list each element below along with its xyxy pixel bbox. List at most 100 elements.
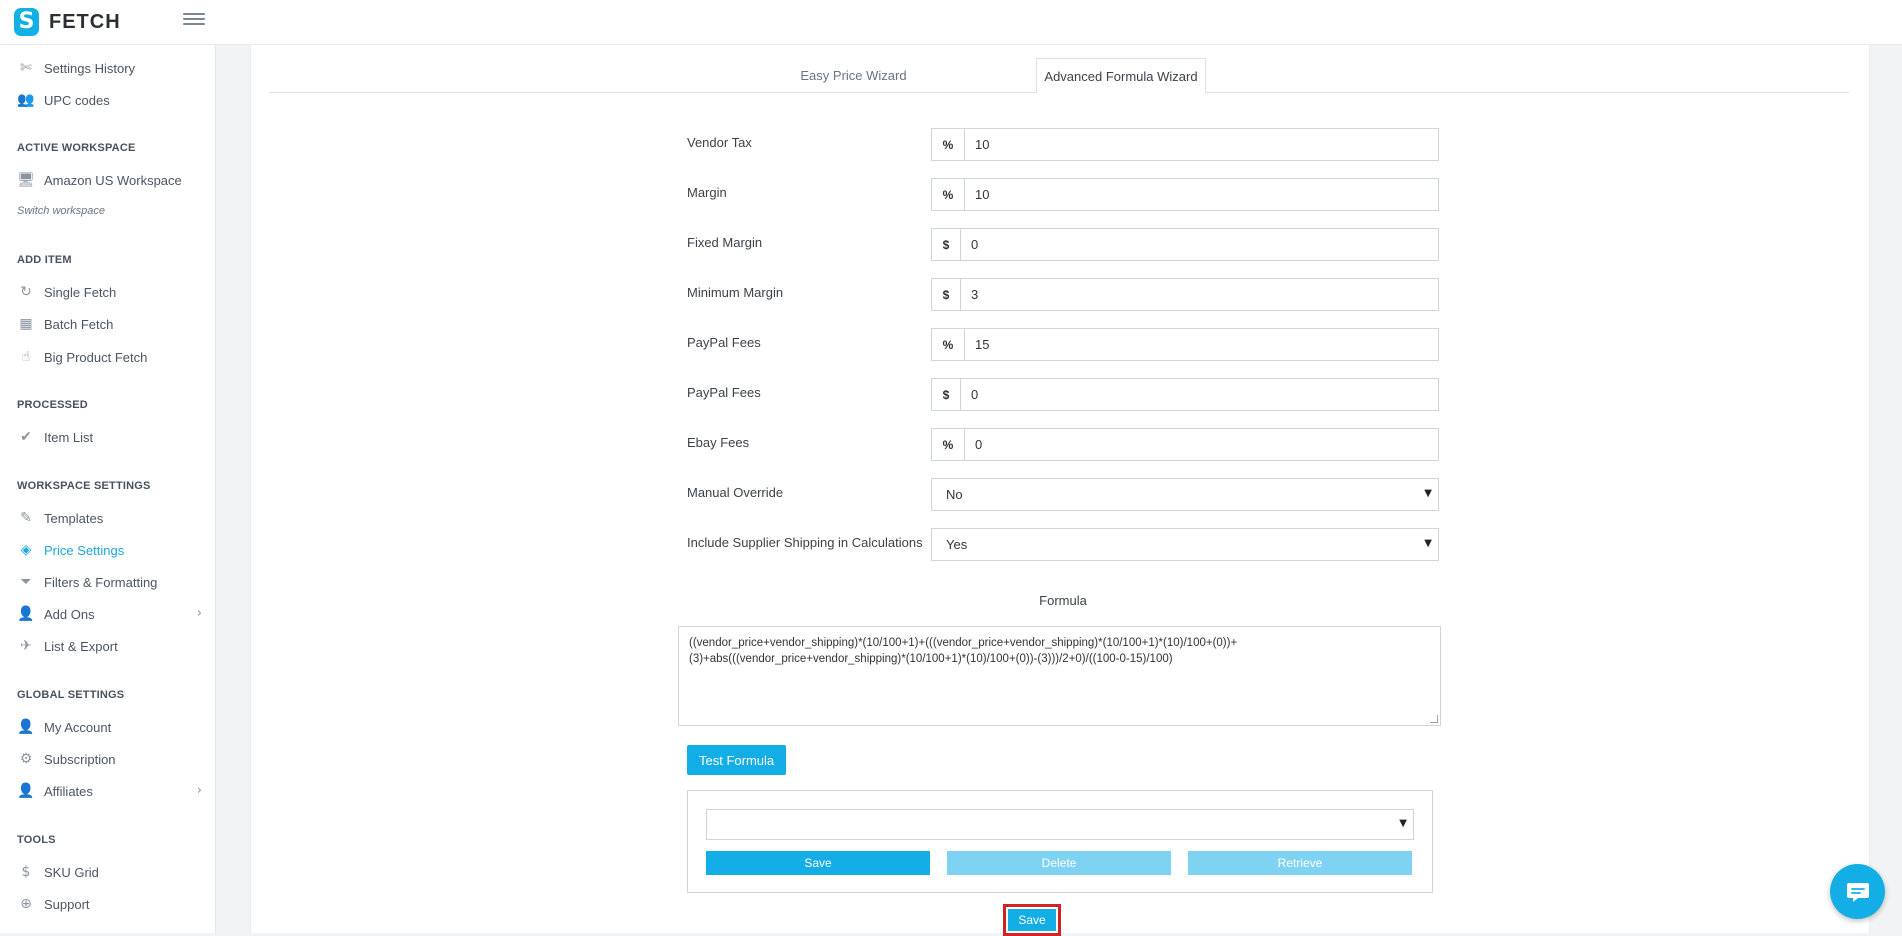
sidebar-item-workspace[interactable]: 🖥 Amazon US Workspace bbox=[17, 169, 202, 191]
sidebar-item-support[interactable]: ⊕ Support bbox=[17, 893, 202, 915]
save-preset-button[interactable]: Save bbox=[706, 851, 930, 875]
sidebar-item-label: SKU Grid bbox=[44, 864, 99, 880]
test-formula-button[interactable]: Test Formula bbox=[687, 745, 787, 775]
section-processed: PROCESSED bbox=[17, 399, 88, 411]
sidebar-item-upc-codes[interactable]: 👥 UPC codes bbox=[17, 89, 202, 111]
manual-override-select[interactable]: No ▼ bbox=[931, 478, 1439, 511]
vendor-tax-group: % bbox=[931, 128, 1439, 161]
sidebar-item-label: Settings History bbox=[44, 60, 136, 76]
save-button-label: Save bbox=[1008, 909, 1056, 931]
sidebar-item-add-ons[interactable]: 👤 Add Ons › bbox=[17, 603, 202, 625]
price-settings-card: Easy Price Wizard Advanced Formula Wizar… bbox=[250, 45, 1870, 936]
paypal-fees-fixed-input[interactable] bbox=[961, 379, 1438, 410]
sidebar-item-price-settings[interactable]: ◈ Price Settings bbox=[17, 539, 202, 561]
sidebar-item-item-list[interactable]: ✔ Item List bbox=[17, 426, 202, 448]
paypal-fees-percent-label: PayPal Fees bbox=[687, 335, 761, 350]
sidebar-item-label: Item List bbox=[44, 429, 94, 445]
chevron-right-icon: › bbox=[196, 783, 202, 798]
formula-text: ((vendor_price+vendor_shipping)*(10/100+… bbox=[689, 637, 1238, 665]
sidebar-item-single-fetch[interactable]: ↻ Single Fetch bbox=[17, 281, 202, 303]
sidebar-item-list-export[interactable]: ✈ List & Export bbox=[17, 635, 202, 657]
sidebar-item-subscription[interactable]: ⚙ Subscription bbox=[17, 748, 202, 770]
margin-input[interactable] bbox=[965, 179, 1438, 210]
sidebar-item-label: Filters & Formatting bbox=[44, 574, 158, 590]
tab-advanced-formula-wizard[interactable]: Advanced Formula Wizard bbox=[1036, 58, 1206, 94]
percent-addon: % bbox=[932, 129, 965, 160]
sidebar-item-label: Single Fetch bbox=[44, 284, 117, 300]
section-active-workspace: ACTIVE WORKSPACE bbox=[17, 142, 136, 154]
user-plus-icon: 👤 bbox=[17, 606, 35, 622]
margin-group: % bbox=[931, 178, 1439, 211]
sidebar-item-sku-grid[interactable]: $ SKU Grid bbox=[17, 861, 202, 883]
chat-bubble-icon bbox=[1846, 882, 1869, 902]
sidebar-item-filters-formatting[interactable]: ⏷ Filters & Formatting bbox=[17, 571, 202, 593]
dollar-icon: $ bbox=[21, 864, 31, 880]
percent-addon: % bbox=[932, 179, 965, 210]
sidebar-item-label: List & Export bbox=[44, 638, 118, 654]
wizard-tabs: Easy Price Wizard Advanced Formula Wizar… bbox=[269, 58, 1849, 94]
sidebar-item-label: Support bbox=[44, 896, 90, 912]
section-tools: TOOLS bbox=[17, 834, 56, 846]
sidebar-item-batch-fetch[interactable]: ▦ Batch Fetch bbox=[17, 313, 202, 335]
export-icon: ✈ bbox=[20, 638, 32, 654]
user-icon: 👤 bbox=[17, 719, 35, 735]
pencil-icon: ✎ bbox=[20, 510, 32, 526]
percent-addon: % bbox=[932, 329, 965, 360]
resize-handle-icon[interactable] bbox=[1430, 715, 1438, 723]
sidebar-item-big-product-fetch[interactable]: ☝ Big Product Fetch bbox=[17, 346, 202, 368]
brand-logo[interactable]: S FETCH bbox=[14, 8, 121, 36]
manual-override-label: Manual Override bbox=[687, 485, 784, 500]
dollar-addon: $ bbox=[932, 229, 961, 260]
vendor-tax-label: Vendor Tax bbox=[687, 135, 752, 150]
margin-label: Margin bbox=[687, 185, 727, 200]
minimum-margin-label: Minimum Margin bbox=[687, 285, 784, 300]
fetch-logo-icon: S bbox=[14, 8, 39, 36]
price-tag-icon: ◈ bbox=[20, 542, 32, 558]
dollar-addon: $ bbox=[932, 379, 961, 410]
minimum-margin-input[interactable] bbox=[961, 279, 1438, 310]
filter-icon: ⏷ bbox=[20, 574, 32, 590]
sidebar-item-affiliates[interactable]: 👤 Affiliates › bbox=[17, 780, 202, 802]
switch-workspace-link[interactable]: Switch workspace bbox=[17, 205, 105, 217]
save-button[interactable]: Save bbox=[1003, 904, 1061, 936]
monitor-icon: 🖥 bbox=[17, 172, 35, 188]
section-add-item: ADD ITEM bbox=[17, 254, 72, 266]
delete-preset-button[interactable]: Delete bbox=[947, 851, 1171, 875]
sidebar-item-label: Templates bbox=[44, 510, 104, 526]
menu-toggle-icon[interactable] bbox=[183, 10, 205, 30]
paypal-fees-fixed-group: $ bbox=[931, 378, 1439, 411]
tab-easy-price-wizard[interactable]: Easy Price Wizard bbox=[796, 58, 911, 93]
sidebar-item-settings-history[interactable]: ✄ Settings History bbox=[17, 57, 202, 79]
sidebar-item-my-account[interactable]: 👤 My Account bbox=[17, 716, 202, 738]
retrieve-preset-button[interactable]: Retrieve bbox=[1188, 851, 1412, 875]
sidebar-item-templates[interactable]: ✎ Templates bbox=[17, 507, 202, 529]
support-icon: ⊕ bbox=[20, 896, 32, 912]
fixed-margin-input[interactable] bbox=[961, 229, 1438, 260]
chat-widget-button[interactable] bbox=[1830, 864, 1885, 919]
formula-textarea[interactable]: ((vendor_price+vendor_shipping)*(10/100+… bbox=[678, 626, 1441, 726]
sidebar-item-label: Add Ons bbox=[44, 606, 95, 622]
ebay-fees-input[interactable] bbox=[965, 429, 1438, 460]
paypal-fees-percent-input[interactable] bbox=[965, 329, 1438, 360]
formula-preset-panel: ▼ Save Delete Retrieve bbox=[687, 790, 1433, 893]
formula-preset-select[interactable]: ▼ bbox=[706, 809, 1414, 840]
affiliate-icon: 👤 bbox=[17, 783, 35, 799]
sidebar-item-label: My Account bbox=[44, 719, 112, 735]
tools-icon: ✄ bbox=[20, 60, 32, 76]
hand-pointer-icon: ☝ bbox=[21, 349, 31, 365]
manual-override-value: No bbox=[946, 487, 963, 502]
sidebar-item-label: Affiliates bbox=[44, 783, 93, 799]
subscription-icon: ⚙ bbox=[19, 751, 33, 767]
check-list-icon: ✔ bbox=[20, 429, 32, 445]
vendor-tax-input[interactable] bbox=[965, 129, 1438, 160]
caret-down-icon: ▼ bbox=[1399, 818, 1407, 829]
brand-name: FETCH bbox=[49, 10, 121, 33]
caret-down-icon: ▼ bbox=[1424, 488, 1432, 499]
fixed-margin-label: Fixed Margin bbox=[687, 235, 763, 250]
fixed-margin-group: $ bbox=[931, 228, 1439, 261]
sidebar-item-label: Big Product Fetch bbox=[44, 349, 148, 365]
formula-title: Formula bbox=[1039, 593, 1087, 608]
include-shipping-select[interactable]: Yes ▼ bbox=[931, 528, 1439, 561]
ebay-fees-group: % bbox=[931, 428, 1439, 461]
sidebar-item-label: Amazon US Workspace bbox=[44, 172, 182, 188]
